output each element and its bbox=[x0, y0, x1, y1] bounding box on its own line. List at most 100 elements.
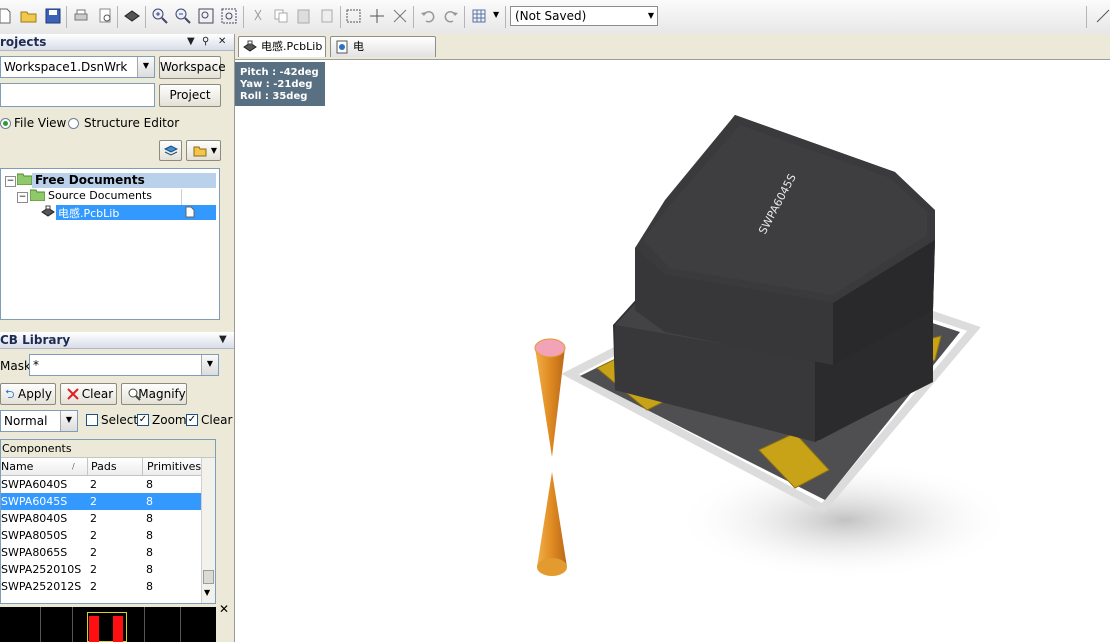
file-view-radio[interactable] bbox=[0, 118, 11, 129]
3d-view[interactable]: Pitch : -42deg Yaw : -21deg Roll : 35deg bbox=[235, 60, 1110, 642]
tree-item-label: 电感.PcbLib bbox=[58, 207, 120, 220]
select-checkbox[interactable] bbox=[86, 414, 98, 426]
html-document-icon bbox=[336, 40, 348, 54]
clear-button[interactable]: Clear bbox=[60, 383, 117, 405]
board-icon[interactable] bbox=[123, 7, 141, 25]
view-configuration-value: (Not Saved) bbox=[515, 9, 587, 23]
cut-icon[interactable] bbox=[249, 7, 267, 25]
cell-primitives: 8 bbox=[146, 512, 153, 525]
copy-icon[interactable] bbox=[272, 7, 290, 25]
clear-existing-checkbox[interactable]: ✓ bbox=[186, 414, 198, 426]
tab-pcblib[interactable]: 电感.PcbLib bbox=[238, 36, 326, 57]
table-row[interactable]: SWPA252010S 2 8 bbox=[1, 561, 201, 578]
project-button[interactable]: Project bbox=[159, 84, 221, 107]
grid-icon[interactable] bbox=[470, 7, 488, 25]
file-view-label[interactable]: File View bbox=[14, 116, 66, 130]
tree-group-label[interactable]: Source Documents bbox=[48, 189, 152, 202]
workspace-value: Workspace1.DsnWrk bbox=[4, 60, 128, 74]
apply-button[interactable]: ⮌ Apply bbox=[0, 383, 56, 405]
collapse-icon[interactable]: − bbox=[17, 192, 28, 203]
zoom-in-icon[interactable] bbox=[151, 7, 169, 25]
project-field[interactable] bbox=[0, 83, 155, 107]
clear-existing-label[interactable]: Clear E bbox=[201, 413, 234, 427]
table-row[interactable]: SWPA6040S 2 8 bbox=[1, 476, 201, 493]
mask-mode-select[interactable]: Normal ▼ bbox=[0, 410, 78, 432]
close-icon[interactable]: ✕ bbox=[218, 34, 226, 50]
cell-pads: 2 bbox=[90, 512, 97, 525]
panel-menu-icon[interactable]: ▼ bbox=[187, 34, 195, 50]
rubber-stamp-icon[interactable] bbox=[318, 7, 336, 25]
new-icon[interactable] bbox=[0, 7, 14, 25]
tab-pcblib-htm[interactable]: 电感.PcbLib.htm bbox=[330, 36, 436, 73]
structure-editor-radio[interactable] bbox=[68, 118, 79, 129]
magnify-label: Magnify bbox=[138, 387, 186, 401]
redo-icon[interactable] bbox=[442, 7, 460, 25]
zoom-out-icon[interactable] bbox=[174, 7, 192, 25]
projects-panel-header: rojects ▼ ⚲ ✕ bbox=[0, 34, 234, 51]
component-cap bbox=[635, 115, 935, 365]
cell-name: SWPA6040S bbox=[1, 478, 68, 491]
cell-primitives: 8 bbox=[146, 529, 153, 542]
cell-primitives: 8 bbox=[146, 478, 153, 491]
table-row[interactable]: SWPA6045S 2 8 bbox=[1, 493, 201, 510]
undo-icon[interactable] bbox=[419, 7, 437, 25]
close-icon[interactable]: ✕ bbox=[219, 602, 229, 616]
preview-frame bbox=[87, 612, 127, 642]
cell-pads: 2 bbox=[90, 580, 97, 593]
column-header-primitives[interactable]: Primitives bbox=[142, 458, 201, 475]
table-row[interactable]: SWPA252012S 2 8 bbox=[1, 578, 201, 595]
cell-pads: 2 bbox=[90, 546, 97, 559]
line-tool-icon[interactable] bbox=[1094, 7, 1110, 25]
zoom-area-icon[interactable] bbox=[220, 7, 238, 25]
workspace-select[interactable]: Workspace1.DsnWrk ▼ bbox=[0, 56, 155, 78]
view-configuration-select[interactable]: (Not Saved) ▼ bbox=[510, 6, 658, 26]
components-table: Components Name / Pads Primitives SWPA60… bbox=[0, 439, 216, 604]
cell-pads: 2 bbox=[90, 529, 97, 542]
scroll-down-icon[interactable]: ▼ bbox=[204, 588, 210, 597]
workspace-button[interactable]: Workspace bbox=[159, 56, 226, 79]
move-icon[interactable] bbox=[368, 7, 386, 25]
mask-mode-value: Normal bbox=[4, 414, 48, 428]
origin-marker bbox=[534, 338, 567, 576]
magnify-button[interactable]: Magnify bbox=[121, 383, 187, 405]
zoom-fit-icon[interactable] bbox=[197, 7, 215, 25]
deselect-icon[interactable] bbox=[391, 7, 409, 25]
select-area-icon[interactable] bbox=[345, 7, 363, 25]
zoom-checkbox[interactable]: ✓ bbox=[137, 414, 149, 426]
scrollbar-thumb[interactable] bbox=[203, 570, 214, 584]
save-icon[interactable] bbox=[44, 7, 62, 25]
folder-icon bbox=[30, 189, 45, 201]
column-header-name[interactable]: Name bbox=[1, 458, 33, 475]
print-preview-icon[interactable] bbox=[96, 7, 114, 25]
collapse-icon[interactable]: − bbox=[5, 176, 16, 187]
select-label[interactable]: Select bbox=[101, 413, 138, 427]
main-toolbar: ▼ (Not Saved) ▼ bbox=[0, 0, 1110, 35]
paste-icon[interactable] bbox=[295, 7, 313, 25]
chevron-down-icon: ▼ bbox=[647, 11, 654, 20]
clear-icon bbox=[67, 388, 79, 400]
panel-menu-icon[interactable]: ▼ bbox=[219, 332, 227, 348]
pcb-library-panel-title: CB Library bbox=[0, 333, 71, 347]
mask-input[interactable]: * ▼ bbox=[29, 354, 219, 376]
table-row[interactable]: SWPA8040S 2 8 bbox=[1, 510, 201, 527]
component-preview bbox=[0, 607, 216, 642]
column-header-pads[interactable]: Pads bbox=[87, 458, 117, 475]
pcb-library-panel-header: CB Library ▼ bbox=[0, 332, 234, 349]
document-icon bbox=[185, 206, 195, 218]
open-icon[interactable] bbox=[20, 7, 38, 25]
print-icon[interactable] bbox=[72, 7, 90, 25]
clear-label: Clear bbox=[81, 387, 114, 401]
table-row[interactable]: SWPA8065S 2 8 bbox=[1, 544, 201, 561]
project-settings-button[interactable] bbox=[159, 140, 182, 161]
cell-pads: 2 bbox=[90, 478, 97, 491]
chevron-down-icon: ▼ bbox=[137, 57, 154, 77]
chevron-down-icon: ▼ bbox=[60, 411, 77, 431]
structure-editor-label[interactable]: Structure Editor bbox=[84, 116, 179, 130]
table-row[interactable]: SWPA8050S 2 8 bbox=[1, 527, 201, 544]
zoom-label[interactable]: Zoom bbox=[152, 413, 187, 427]
pin-icon[interactable]: ⚲ bbox=[202, 34, 209, 50]
cell-primitives: 8 bbox=[146, 495, 153, 508]
grid-dropdown-icon[interactable]: ▼ bbox=[493, 10, 499, 19]
vertical-scrollbar[interactable]: ▼ bbox=[201, 458, 215, 603]
add-document-button[interactable]: ▼ bbox=[186, 140, 221, 161]
